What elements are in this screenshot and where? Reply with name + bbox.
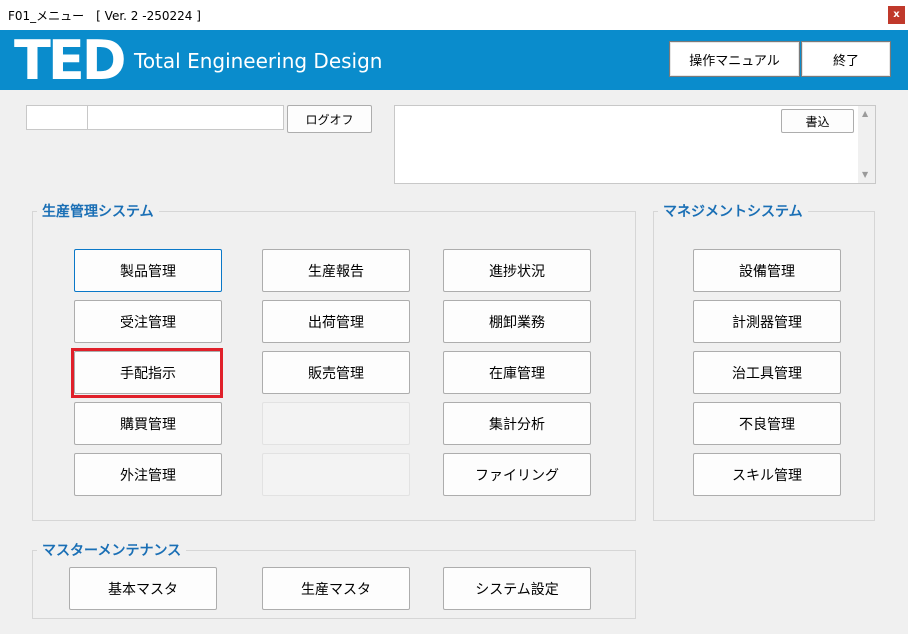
shipping-management-button[interactable]: 出荷管理 [262,300,410,343]
user-name-field[interactable] [87,105,284,130]
scroll-down-icon[interactable]: ▼ [862,170,868,179]
exit-button[interactable]: 終了 [801,41,891,77]
scroll-up-icon[interactable]: ▲ [862,109,868,118]
purchasing-management-button[interactable]: 購買管理 [74,402,222,445]
stock-management-button[interactable]: 在庫管理 [443,351,591,394]
disabled-button [262,453,410,496]
window-title: F01_メニュー [ Ver. 2 -250224 ] [8,9,201,23]
basic-master-button[interactable]: 基本マスタ [69,567,217,610]
disabled-button [262,402,410,445]
app-header: TED Total Engineering Design 操作マニュアル 終了 [0,30,908,90]
highlight-frame [71,348,223,398]
production-master-button[interactable]: 生産マスタ [262,567,410,610]
product-management-button[interactable]: 製品管理 [74,249,222,292]
manual-button[interactable]: 操作マニュアル [669,41,800,77]
master-maintenance-label: マスターメンテナンス [37,540,187,560]
filing-button[interactable]: ファイリング [443,453,591,496]
aggregate-analysis-button[interactable]: 集計分析 [443,402,591,445]
memo-area[interactable]: 書込 ▲ ▼ [394,105,876,184]
memo-scrollbar[interactable]: ▲ ▼ [858,106,875,183]
system-settings-button[interactable]: システム設定 [443,567,591,610]
ted-logo: TED [14,29,127,92]
tooling-management-button[interactable]: 治工具管理 [693,351,841,394]
production-report-button[interactable]: 生産報告 [262,249,410,292]
logoff-button[interactable]: ログオフ [287,105,372,133]
sales-management-button[interactable]: 販売管理 [262,351,410,394]
write-button[interactable]: 書込 [781,109,854,133]
defect-management-button[interactable]: 不良管理 [693,402,841,445]
inventory-count-button[interactable]: 棚卸業務 [443,300,591,343]
window-titlebar: F01_メニュー [ Ver. 2 -250224 ] x [0,0,908,30]
app-tagline: Total Engineering Design [134,49,383,73]
progress-status-button[interactable]: 進捗状況 [443,249,591,292]
close-icon[interactable]: x [888,6,905,24]
equipment-management-button[interactable]: 設備管理 [693,249,841,292]
instrument-management-button[interactable]: 計測器管理 [693,300,841,343]
outsourcing-management-button[interactable]: 外注管理 [74,453,222,496]
main-content: ログオフ 書込 ▲ ▼ 生産管理システム 製品管理 受注管理 手配指示 購買管理… [0,90,908,634]
production-system-label: 生産管理システム [37,201,159,221]
order-management-button[interactable]: 受注管理 [74,300,222,343]
skill-management-button[interactable]: スキル管理 [693,453,841,496]
management-system-label: マネジメントシステム [658,201,808,221]
user-code-field[interactable] [26,105,88,130]
